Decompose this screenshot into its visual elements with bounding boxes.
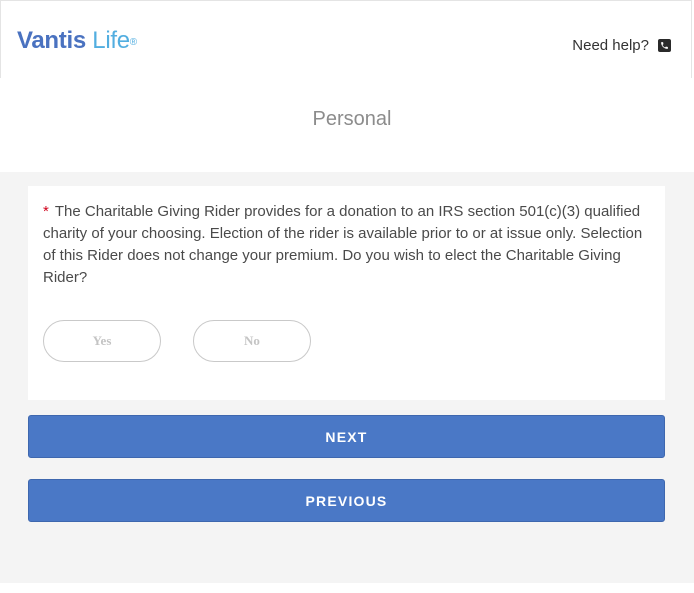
next-button[interactable]: NEXT [28,415,665,458]
question-text-block: * The Charitable Giving Rider provides fo… [43,201,653,289]
need-help-label: Need help? [572,37,649,54]
no-option-button[interactable]: No [193,320,311,362]
section-title: Personal [312,108,392,130]
header: Vantis Life® Need help? [0,0,692,78]
yes-option-button[interactable]: Yes [43,320,161,362]
vantis-life-logo[interactable]: Vantis Life® [17,27,137,55]
need-help-link[interactable]: Need help? [572,37,671,54]
question-card: * The Charitable Giving Rider provides fo… [28,186,665,400]
previous-button[interactable]: PREVIOUS [28,479,665,522]
logo-brand-bold: Vantis [17,27,86,54]
logo-registered-mark: ® [129,37,137,48]
logo-brand-light: Life [85,27,130,54]
phone-icon[interactable] [658,39,671,52]
page: Vantis Life® Need help? Personal * The Ch… [0,0,694,593]
required-asterisk: * [43,203,49,220]
question-text: The Charitable Giving Rider provides for… [43,203,643,286]
phone-glyph [661,42,668,49]
